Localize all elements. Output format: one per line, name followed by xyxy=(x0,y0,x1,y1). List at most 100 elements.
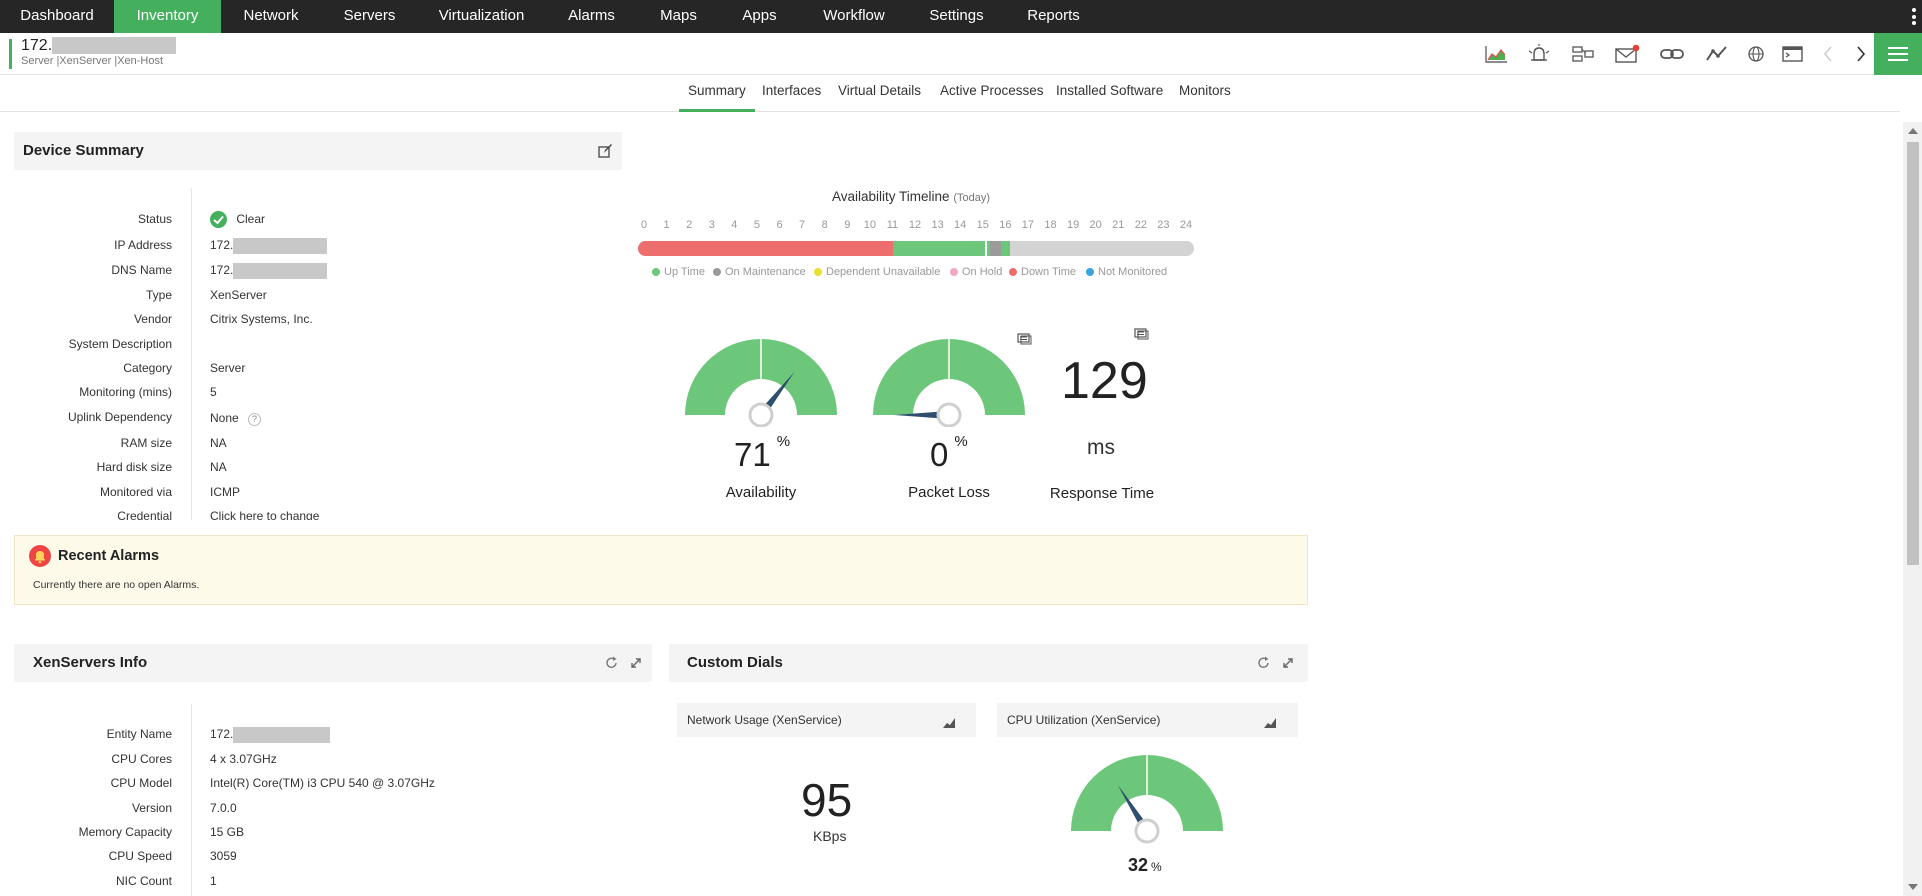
tab-monitors[interactable]: Monitors xyxy=(1170,76,1240,112)
hour-label: 11 xyxy=(886,219,899,231)
property-memory: Memory Capacity xyxy=(78,825,172,839)
help-icon[interactable]: ? xyxy=(248,413,262,426)
hour-label: 2 xyxy=(686,219,693,231)
credential-link[interactable]: Click here to change xyxy=(210,509,319,520)
expand-icon[interactable] xyxy=(628,655,644,671)
availability-timeline-bar[interactable] xyxy=(638,241,1194,256)
monitored-via-value: ICMP xyxy=(210,485,240,499)
cpu-utilization-header: CPU Utilization (XenService) xyxy=(997,703,1298,737)
panel-title: Custom Dials xyxy=(687,654,783,671)
nav-servers[interactable]: Servers xyxy=(321,0,418,33)
availability-value: 71% xyxy=(734,433,791,473)
scroll-thumb[interactable] xyxy=(1907,142,1919,565)
link-icon[interactable] xyxy=(1659,43,1685,65)
property-system-description: System Description xyxy=(68,337,172,351)
gauge-hub xyxy=(936,402,962,427)
recent-alarms-title: Recent Alarms xyxy=(58,548,160,564)
nav-settings[interactable]: Settings xyxy=(908,0,1005,33)
panel-title: XenServers Info xyxy=(33,654,148,671)
hour-label: 12 xyxy=(908,219,922,231)
nav-reports[interactable]: Reports xyxy=(1005,0,1102,33)
hour-label: 14 xyxy=(954,219,967,231)
chart-icon[interactable] xyxy=(1262,714,1278,730)
property-dns: DNS Name xyxy=(111,263,172,277)
top-navigation-bar: Dashboard Inventory Network Servers Virt… xyxy=(0,0,1922,33)
uplink-value: None ? xyxy=(210,411,262,426)
ram-value: NA xyxy=(210,436,227,450)
memory-value: 15 GB xyxy=(210,825,245,839)
more-options-icon[interactable] xyxy=(1912,8,1916,25)
nav-apps[interactable]: Apps xyxy=(719,0,800,33)
expand-icon[interactable] xyxy=(1280,655,1296,671)
device-header: 172. Server |XenServer |Xen-Host xyxy=(0,33,1922,75)
hour-label: 20 xyxy=(1089,219,1102,231)
status-value: Clear xyxy=(210,211,265,228)
hour-label: 24 xyxy=(1179,219,1193,231)
availability-gauge[interactable] xyxy=(683,337,839,427)
scroll-up-arrow[interactable] xyxy=(1908,128,1918,134)
edit-icon[interactable] xyxy=(597,143,613,159)
property-status: Status xyxy=(137,212,172,226)
response-time-info-icon[interactable] xyxy=(1134,327,1149,340)
hour-label: 10 xyxy=(863,219,876,231)
next-chevron-icon[interactable] xyxy=(1848,43,1874,65)
tab-interfaces[interactable]: Interfaces xyxy=(753,76,830,112)
entity-name-value: 172. xyxy=(210,727,331,743)
cpu-utilization-gauge[interactable] xyxy=(1069,753,1225,845)
redacted-block xyxy=(52,37,176,54)
mail-icon[interactable] xyxy=(1614,43,1640,65)
hour-label: 18 xyxy=(1044,219,1057,231)
custom-dials-header: Custom Dials xyxy=(669,644,1308,682)
response-time-label: Response Time xyxy=(1049,485,1155,502)
config-icon[interactable] xyxy=(1570,43,1596,65)
prev-chevron-icon[interactable] xyxy=(1816,43,1842,65)
device-type-path: Server |XenServer |Xen-Host xyxy=(21,55,164,67)
tab-virtual-details[interactable]: Virtual Details xyxy=(829,76,930,112)
down-time-segment xyxy=(638,241,893,256)
nav-virtualization[interactable]: Virtualization xyxy=(418,0,545,33)
nav-maps[interactable]: Maps xyxy=(638,0,719,33)
refresh-icon[interactable] xyxy=(1256,655,1272,671)
packet-loss-info-icon[interactable] xyxy=(1017,332,1032,345)
graph-icon[interactable] xyxy=(1483,43,1509,65)
divider xyxy=(191,188,192,520)
tab-summary[interactable]: Summary xyxy=(679,76,755,112)
hour-label: 4 xyxy=(731,219,738,231)
nav-network[interactable]: Network xyxy=(221,0,321,33)
network-usage-unit: KBps xyxy=(813,828,847,844)
globe-icon[interactable] xyxy=(1744,43,1770,65)
property-ram: RAM size xyxy=(120,436,172,450)
hour-label: 6 xyxy=(776,219,783,231)
nav-inventory[interactable]: Inventory xyxy=(114,0,221,33)
availability-timeline-title: Availability Timeline (Today) xyxy=(832,189,991,204)
hour-label: 5 xyxy=(753,219,760,231)
scroll-down-arrow[interactable] xyxy=(1908,884,1918,890)
hour-label: 21 xyxy=(1112,219,1125,231)
legend-not-monitored: Not Monitored xyxy=(1086,266,1167,278)
refresh-icon[interactable] xyxy=(604,655,620,671)
hamburger-menu-icon[interactable] xyxy=(1874,33,1922,75)
nav-dashboard[interactable]: Dashboard xyxy=(0,0,114,33)
alarm-bell-icon[interactable] xyxy=(1526,43,1552,65)
legend-down-time: Down Time xyxy=(1009,266,1076,278)
packet-loss-gauge[interactable] xyxy=(871,337,1027,427)
property-cpu-speed: CPU Speed xyxy=(108,849,172,863)
device-ip-title: 172. xyxy=(21,37,53,54)
property-type: Type xyxy=(145,288,172,302)
terminal-icon[interactable] xyxy=(1780,43,1806,65)
version-value: 7.0.0 xyxy=(210,801,237,815)
tab-active-processes[interactable]: Active Processes xyxy=(931,76,1053,112)
nav-workflow[interactable]: Workflow xyxy=(800,0,908,33)
vertical-scrollbar[interactable] xyxy=(1903,122,1922,896)
trend-icon[interactable] xyxy=(1704,43,1730,65)
hour-label: 3 xyxy=(708,219,715,231)
hour-label: 7 xyxy=(799,219,806,231)
tab-installed-software[interactable]: Installed Software xyxy=(1047,76,1172,112)
property-entity-name: Entity Name xyxy=(106,727,172,741)
maintenance-segment xyxy=(990,241,1001,256)
hour-label: 0 xyxy=(640,219,648,231)
chart-icon[interactable] xyxy=(941,714,957,730)
hour-label: 16 xyxy=(999,219,1012,231)
nav-alarms[interactable]: Alarms xyxy=(545,0,638,33)
response-time-value: 129 xyxy=(1061,352,1148,410)
